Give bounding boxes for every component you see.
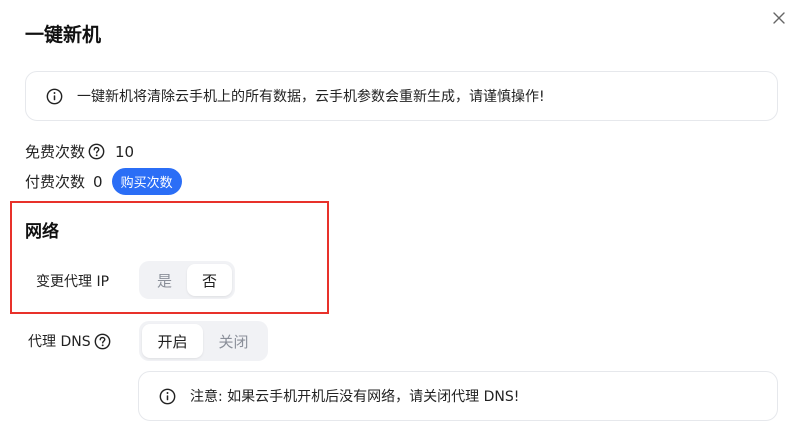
proxy-ip-toggle: 是 否 xyxy=(139,261,235,299)
proxy-dns-toggle: 开启 关闭 xyxy=(139,321,268,361)
network-section-title: 网络 xyxy=(25,222,59,242)
help-icon[interactable] xyxy=(88,143,105,160)
free-count-value: 10 xyxy=(115,142,135,161)
warning-notice-text: 一键新机将清除云手机上的所有数据，云手机参数会重新生成，请谨慎操作! xyxy=(77,89,545,105)
help-icon[interactable] xyxy=(94,333,111,350)
info-icon xyxy=(46,88,63,104)
warning-notice: 一键新机将清除云手机上的所有数据，云手机参数会重新生成，请谨慎操作! xyxy=(25,71,778,121)
proxy-dns-label-row: 代理 DNS xyxy=(28,331,111,351)
paid-count-value: 0 xyxy=(93,172,103,191)
dns-notice: 注意: 如果云手机开机后没有网络，请关闭代理 DNS! xyxy=(138,371,778,421)
close-icon xyxy=(773,12,785,24)
dialog-title: 一键新机 xyxy=(25,24,102,46)
proxy-dns-option-off[interactable]: 关闭 xyxy=(203,324,264,358)
proxy-dns-label: 代理 DNS xyxy=(28,334,91,350)
dns-notice-text: 注意: 如果云手机开机后没有网络，请关闭代理 DNS! xyxy=(190,389,520,405)
free-count-row: 免费次数 10 xyxy=(25,141,134,162)
info-icon xyxy=(159,388,176,404)
paid-count-row: 付费次数 0 购买次数 xyxy=(25,168,182,195)
buy-count-button[interactable]: 购买次数 xyxy=(111,168,182,195)
free-count-label: 免费次数 xyxy=(25,143,86,161)
proxy-ip-option-no[interactable]: 否 xyxy=(187,264,232,296)
close-button[interactable] xyxy=(769,8,789,28)
proxy-dns-option-on[interactable]: 开启 xyxy=(142,324,203,358)
proxy-ip-label: 变更代理 IP xyxy=(36,274,110,290)
proxy-ip-option-yes[interactable]: 是 xyxy=(142,264,187,296)
paid-count-label: 付费次数 xyxy=(25,173,86,191)
